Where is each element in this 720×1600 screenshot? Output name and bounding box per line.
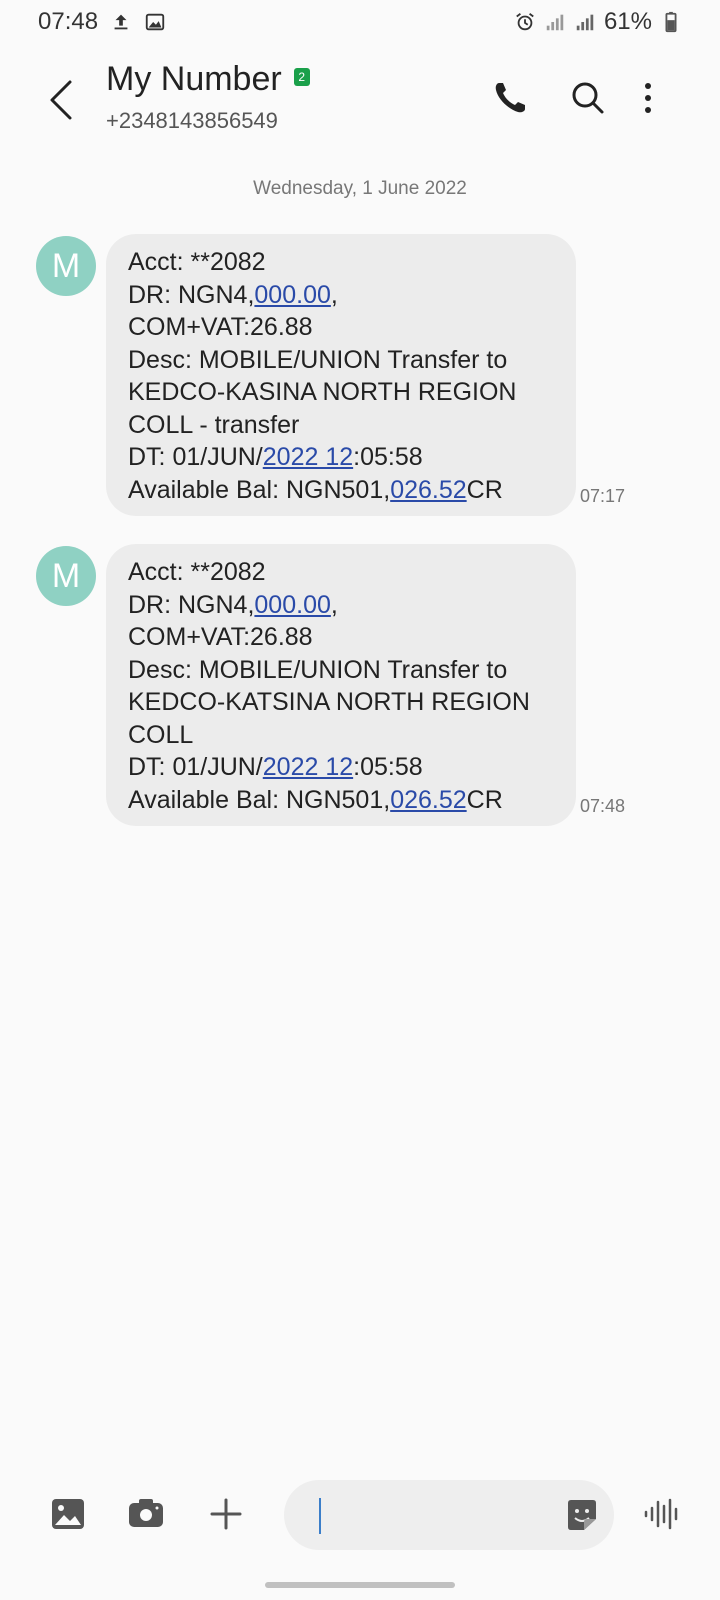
date-separator: Wednesday, 1 June 2022 xyxy=(253,178,467,199)
message-text: :05:58 xyxy=(353,753,423,781)
message-line: DR: NGN4,000.00, xyxy=(128,589,554,622)
add-attachment-button[interactable] xyxy=(206,1494,246,1534)
alarm-icon xyxy=(514,11,536,33)
more-vertical-icon xyxy=(645,83,651,113)
message-line: DT: 01/JUN/2022 12:05:58 xyxy=(128,751,554,784)
message-text: :05:58 xyxy=(353,443,423,471)
message-line: KEDCO-KASINA NORTH REGION xyxy=(128,378,517,406)
conversation-header: My Number 2 +2348143856549 xyxy=(0,52,720,142)
voice-input-button[interactable] xyxy=(642,1494,682,1534)
search-icon xyxy=(572,82,604,114)
signal-icon xyxy=(544,11,566,33)
plus-icon xyxy=(210,1498,242,1530)
message-time: 07:17 xyxy=(580,486,626,506)
message-text: DT: 01/JUN/ xyxy=(128,443,263,471)
message-line: COM+VAT:26.88 xyxy=(128,313,313,341)
battery-icon xyxy=(660,11,682,33)
message-line: COM+VAT:26.88 xyxy=(128,623,313,651)
message-text: DR: NGN4, xyxy=(128,590,255,619)
number-link[interactable]: 2022 12 xyxy=(263,443,353,471)
number-link[interactable]: 000.00 xyxy=(254,281,330,309)
search-button[interactable] xyxy=(568,78,608,118)
message-line: Desc: MOBILE/UNION Transfer to xyxy=(128,345,508,374)
more-options-button[interactable] xyxy=(640,78,680,118)
back-button[interactable] xyxy=(42,72,82,128)
status-time: 07:48 xyxy=(38,8,99,35)
home-indicator[interactable] xyxy=(265,1582,455,1588)
signal-icon xyxy=(574,11,596,33)
phone-icon xyxy=(495,83,525,113)
camera-icon xyxy=(129,1499,163,1527)
message-text: , xyxy=(330,590,338,619)
camera-button[interactable] xyxy=(126,1494,166,1534)
message-line: Available Bal: NGN501,026.52CR xyxy=(128,474,554,507)
gallery-button[interactable] xyxy=(48,1494,88,1534)
avatar[interactable]: M xyxy=(36,546,96,606)
message-text: DT: 01/JUN/ xyxy=(128,753,263,781)
message-input[interactable] xyxy=(284,1480,614,1550)
message-text: Available Bal: NGN501, xyxy=(128,475,391,504)
message-line: Desc: MOBILE/UNION Transfer to xyxy=(128,655,508,684)
sticker-icon xyxy=(568,1500,596,1530)
image-icon xyxy=(144,11,166,33)
message-bubble[interactable]: Acct: **2082 DR: NGN4,000.00, COM+VAT:26… xyxy=(106,234,576,516)
message-line: COLL xyxy=(128,720,194,749)
message-text: , xyxy=(330,280,338,309)
number-link[interactable]: 026.52 xyxy=(390,476,466,504)
number-link[interactable]: 000.00 xyxy=(254,591,330,619)
message-line: COLL - transfer xyxy=(128,410,300,439)
status-bar: 07:48 61% xyxy=(0,0,720,44)
message-line: Available Bal: NGN501,026.52CR xyxy=(128,784,554,817)
number-link[interactable]: 2022 12 xyxy=(263,753,353,781)
contact-name[interactable]: My Number xyxy=(106,60,282,99)
compose-bar xyxy=(0,1480,720,1550)
gallery-icon xyxy=(52,1499,84,1529)
sticker-button[interactable] xyxy=(562,1495,602,1535)
message-text: Available Bal: NGN501, xyxy=(128,785,391,814)
sim-badge: 2 xyxy=(293,67,310,86)
message-line: Acct: **2082 xyxy=(128,558,266,586)
message-text: DR: NGN4, xyxy=(128,280,255,309)
message-time: 07:48 xyxy=(580,796,626,816)
text-cursor xyxy=(319,1498,321,1534)
status-left: 07:48 xyxy=(38,8,166,36)
message-bubble[interactable]: Acct: **2082 DR: NGN4,000.00, COM+VAT:26… xyxy=(106,544,576,826)
status-right: 61% xyxy=(514,8,682,36)
avatar[interactable]: M xyxy=(36,236,96,296)
battery-percentage: 61% xyxy=(603,8,652,35)
voice-icon xyxy=(644,1498,678,1530)
message-text: CR xyxy=(466,475,503,504)
message-line: DR: NGN4,000.00, xyxy=(128,279,554,312)
message-text: CR xyxy=(466,785,503,814)
contact-name-row: My Number 2 xyxy=(106,60,310,99)
contact-number: +2348143856549 xyxy=(106,108,278,133)
back-icon xyxy=(50,80,72,120)
message-line: Acct: **2082 xyxy=(128,248,266,276)
call-button[interactable] xyxy=(490,78,530,118)
message-line: KEDCO-KATSINA NORTH REGION xyxy=(128,688,530,716)
number-link[interactable]: 026.52 xyxy=(390,786,466,814)
upload-icon xyxy=(110,11,132,33)
message-line: DT: 01/JUN/2022 12:05:58 xyxy=(128,441,554,474)
